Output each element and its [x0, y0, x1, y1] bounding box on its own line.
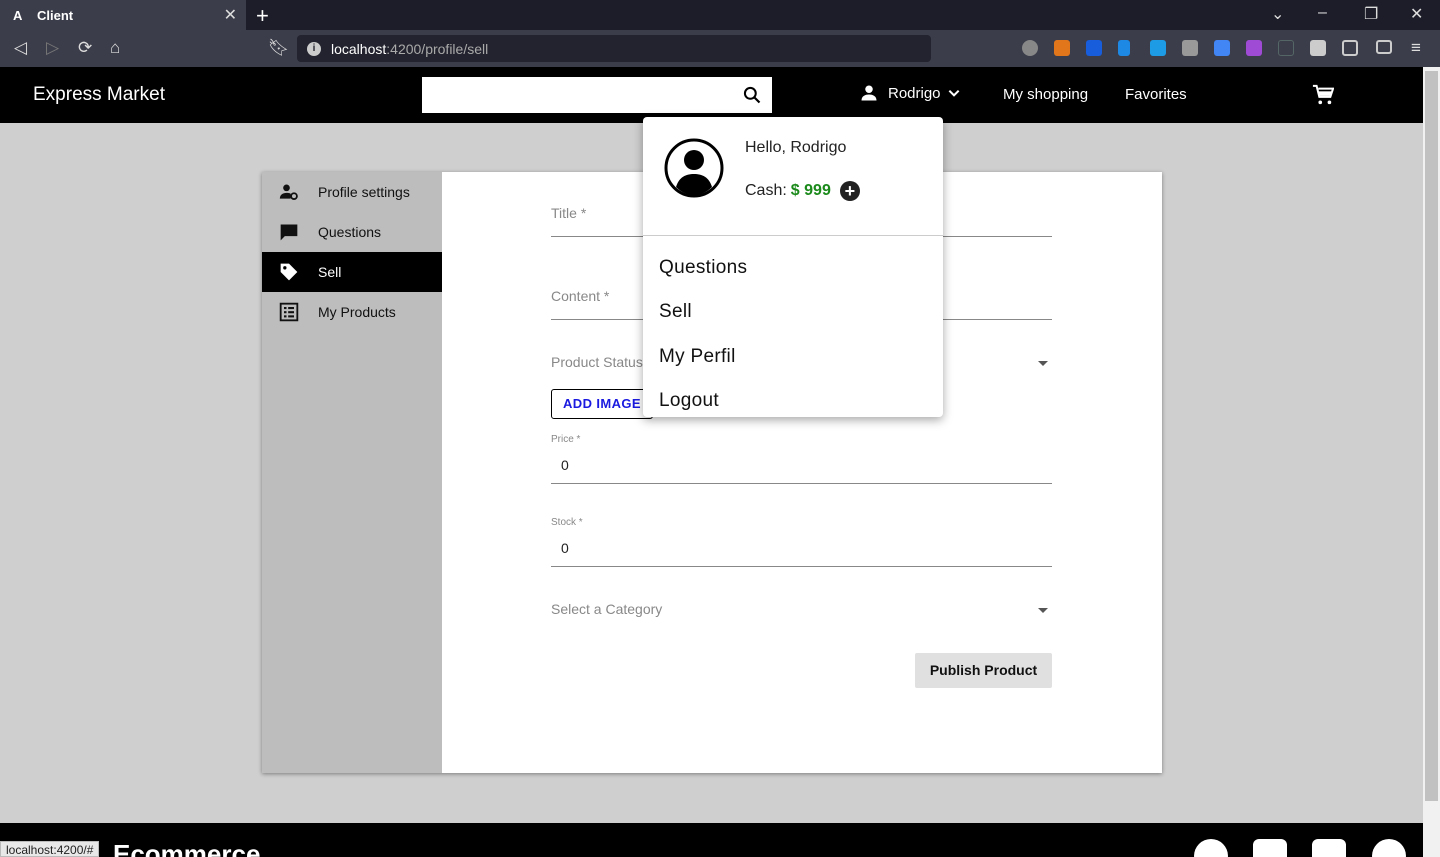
price-input[interactable]: 0 [561, 457, 569, 473]
app-header: Express Market Rodrigo My shopping Favor… [0, 67, 1423, 123]
sidebar-item-questions[interactable]: Questions [262, 212, 442, 252]
greeting-text: Hello, Rodrigo [745, 139, 847, 156]
close-tab-icon[interactable]: ✕ [224, 5, 237, 25]
reload-icon[interactable]: ⟳ [78, 38, 92, 58]
publish-product-button[interactable]: Publish Product [915, 653, 1052, 688]
search-icon[interactable] [742, 85, 762, 105]
wallet-icon[interactable] [1376, 40, 1392, 54]
browser-toolbar: ◁ ▷ ⟳ ⌂ 🔖︎ i localhost :4200/profile/sel… [0, 30, 1440, 67]
brand-title[interactable]: Express Market [33, 84, 165, 106]
profile-sidenav: Profile settings Questions Sell My Produ… [262, 172, 442, 773]
category-label: Select a Category [551, 601, 663, 617]
user-menu-button[interactable]: Rodrigo [860, 84, 971, 102]
restore-icon[interactable]: ❐ [1364, 4, 1378, 24]
cash-amount: $ 999 [790, 182, 831, 199]
nav-favorites[interactable]: Favorites [1125, 86, 1187, 103]
close-window-icon[interactable]: ✕ [1410, 4, 1423, 24]
person-icon [861, 85, 877, 101]
sidebar-item-sell[interactable]: Sell [262, 252, 442, 292]
new-tab-icon[interactable]: + [256, 3, 269, 29]
url-path: :4200/profile/sell [386, 40, 489, 57]
price-field[interactable]: Price * 0 [551, 434, 1052, 484]
add-image-button[interactable]: ADD IMAGE [551, 389, 653, 419]
download-icon[interactable] [1150, 40, 1166, 56]
extension-wave-icon[interactable] [1118, 40, 1130, 56]
sidebar-item-profile-settings[interactable]: Profile settings [262, 172, 442, 212]
translate-extension-icon[interactable] [1214, 40, 1230, 56]
menu-item-sell[interactable]: Sell [659, 301, 692, 323]
url-bar[interactable]: i localhost :4200/profile/sell [297, 35, 931, 62]
extension-cat-icon[interactable] [1182, 40, 1198, 56]
sidebar-item-label: My Products [318, 304, 396, 320]
menu-item-logout[interactable]: Logout [659, 390, 719, 412]
footer-title: Ecommerce [113, 839, 261, 857]
extension-a-icon[interactable] [1278, 40, 1294, 56]
title-label: Title * [551, 205, 587, 221]
page-footer: Ecommerce [0, 823, 1423, 857]
minimize-icon[interactable]: – [1318, 4, 1327, 22]
list-icon [279, 302, 299, 322]
linkedin-icon[interactable] [1253, 839, 1287, 857]
tab-title: Client [37, 7, 74, 23]
metamask-icon[interactable] [1054, 40, 1070, 56]
forward-icon[interactable]: ▷ [46, 38, 59, 58]
home-icon[interactable]: ⌂ [110, 38, 120, 58]
sidebar-icon[interactable] [1342, 40, 1358, 56]
avatar-icon [664, 138, 724, 198]
bookmark-icon[interactable]: 🔖︎ [268, 38, 290, 58]
menu-item-questions[interactable]: Questions [659, 257, 747, 279]
content-label: Content * [551, 288, 610, 304]
nav-my-shopping[interactable]: My shopping [1003, 86, 1088, 103]
cash-label: Cash: [745, 182, 787, 199]
site-info-icon[interactable]: i [307, 41, 321, 56]
menu-icon[interactable]: ≡ [1411, 38, 1421, 58]
back-icon[interactable]: ◁ [14, 38, 27, 58]
status-url: localhost:4200/# [0, 841, 100, 857]
category-select[interactable]: Select a Category [551, 599, 1052, 623]
price-label: Price * [551, 434, 581, 445]
scrollbar-thumb[interactable] [1425, 71, 1438, 801]
menu-item-my-perfil[interactable]: My Perfil [659, 346, 736, 368]
sidebar-item-label: Sell [318, 264, 342, 280]
user-gear-icon [279, 184, 298, 200]
tag-icon [280, 263, 298, 281]
cash-balance: Cash: $ 999 + [745, 181, 860, 201]
chat-icon [280, 224, 298, 241]
chevron-down-icon [948, 89, 959, 97]
menu-divider [643, 235, 943, 236]
briefcase-icon[interactable] [1312, 839, 1346, 857]
extension-purple-icon[interactable] [1246, 40, 1262, 56]
user-name: Rodrigo [888, 84, 941, 102]
github-icon[interactable] [1194, 839, 1228, 857]
extension-k-icon[interactable] [1022, 40, 1038, 56]
cart-icon[interactable] [1312, 84, 1334, 106]
stock-field[interactable]: Stock * 0 [551, 517, 1052, 567]
page-scrollbar[interactable] [1423, 67, 1440, 857]
browser-tab[interactable]: A Client ✕ [0, 0, 246, 30]
stock-label: Stock * [551, 517, 583, 528]
sidebar-item-label: Profile settings [318, 184, 410, 200]
sidebar-item-my-products[interactable]: My Products [262, 292, 442, 332]
product-status-label: Product Status [551, 354, 643, 370]
stock-input[interactable]: 0 [561, 540, 569, 556]
bitwarden-icon[interactable] [1086, 40, 1102, 56]
extensions-puzzle-icon[interactable] [1310, 40, 1326, 56]
dropdown-caret-icon [1038, 361, 1048, 366]
user-dropdown-menu: Hello, Rodrigo Cash: $ 999 + Questions S… [643, 117, 943, 417]
sidebar-item-label: Questions [318, 224, 382, 240]
angular-favicon-icon: A [13, 7, 23, 23]
url-host: localhost [331, 40, 387, 57]
portfolio-icon[interactable] [1372, 839, 1406, 857]
tab-search-icon[interactable]: ⌄ [1271, 4, 1284, 24]
dropdown-caret-icon [1038, 608, 1048, 613]
add-cash-icon[interactable]: + [839, 181, 860, 201]
search-input[interactable] [422, 77, 772, 113]
browser-tab-bar: A Client ✕ + ⌄ – ❐ ✕ [0, 0, 1440, 30]
